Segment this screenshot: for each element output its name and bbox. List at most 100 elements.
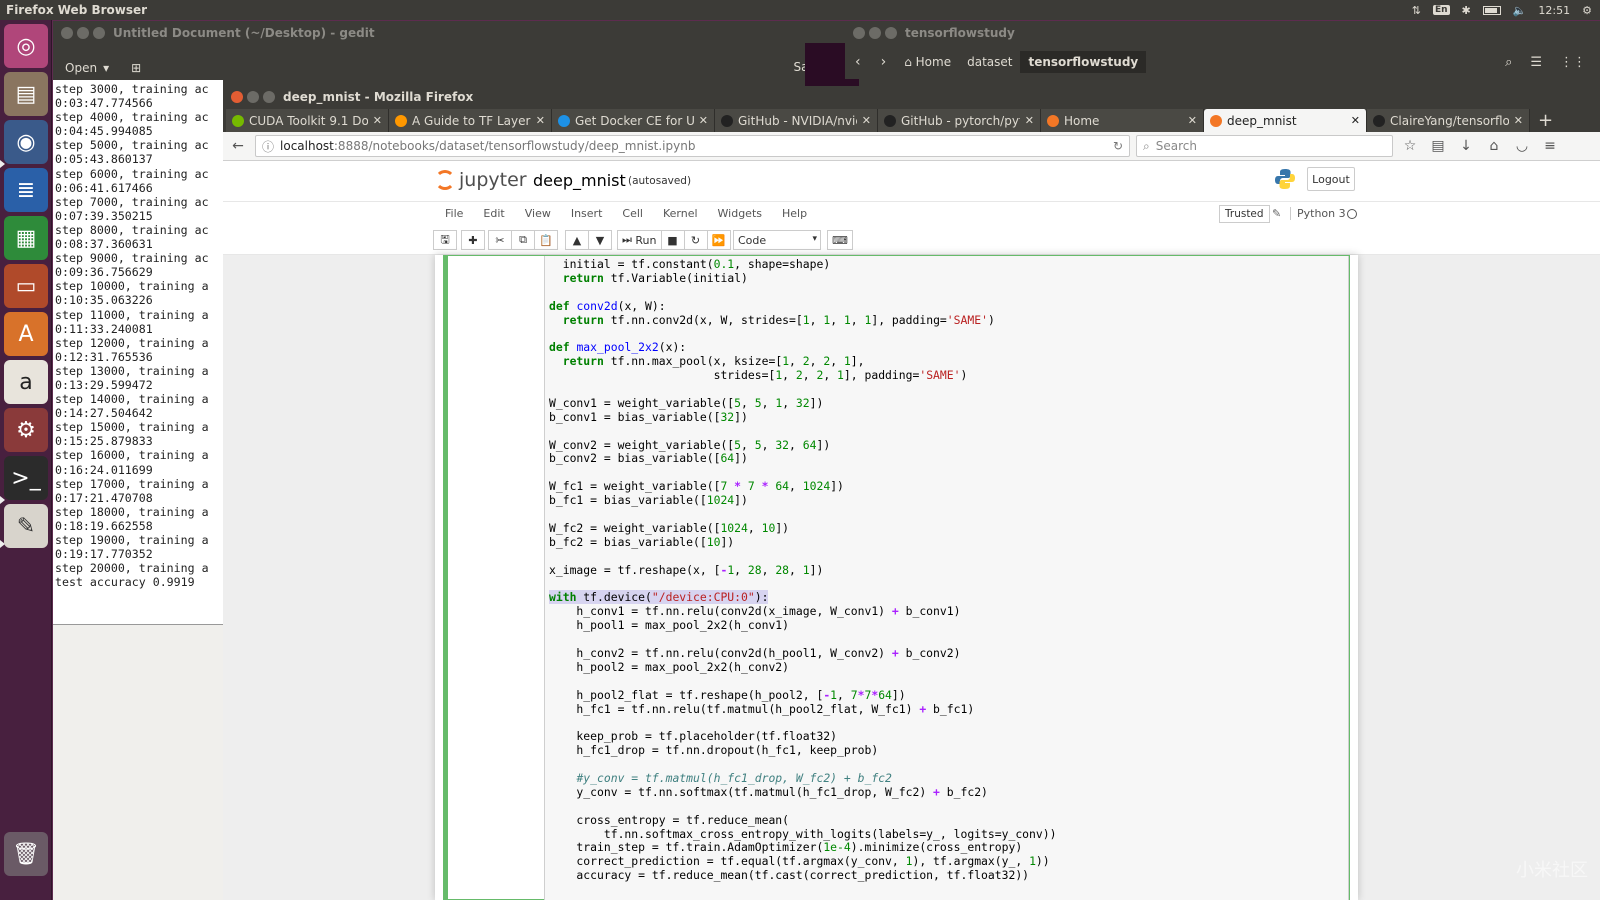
open-button[interactable]: Open ▾ — [65, 61, 109, 75]
tab-home[interactable]: Home ✕ — [1041, 109, 1204, 132]
close-icon[interactable]: ✕ — [1514, 114, 1523, 127]
pencil-icon[interactable]: ✎ — [1272, 207, 1281, 220]
trusted-badge[interactable]: Trusted — [1219, 205, 1270, 223]
ubuntu-dash-icon[interactable]: ◎ — [4, 24, 48, 68]
pocket-icon[interactable]: ◡ — [1511, 138, 1533, 154]
tab-cuda-toolkit-9-1-dov[interactable]: CUDA Toolkit 9.1 Dov ✕ — [226, 109, 389, 132]
close-icon[interactable] — [853, 27, 865, 39]
info-icon[interactable]: ⓘ — [262, 138, 274, 155]
save-icon[interactable]: 🖫 — [433, 230, 457, 250]
paste-icon[interactable]: 📋 — [534, 230, 558, 250]
list-view-icon[interactable]: ☰ — [1530, 55, 1542, 70]
calc-icon[interactable]: ▦ — [4, 216, 48, 260]
tab-claireyang-tensorflo[interactable]: ClaireYang/tensorflo ✕ — [1367, 109, 1530, 132]
menu-edit[interactable]: Edit — [473, 207, 514, 220]
tab-a-guide-to-tf-layers[interactable]: A Guide to TF Layers: ✕ — [389, 109, 552, 132]
restart-icon[interactable]: ↻ — [683, 230, 708, 250]
menu-cell[interactable]: Cell — [612, 207, 653, 220]
move-down-icon[interactable]: ▼ — [588, 230, 612, 250]
menu-kernel[interactable]: Kernel — [653, 207, 708, 220]
network-icon[interactable]: ⇅ — [1412, 4, 1421, 17]
tab-deep-mnist[interactable]: deep_mnist ✕ — [1204, 109, 1367, 132]
close-icon[interactable]: ✕ — [862, 114, 871, 127]
new-tab-button[interactable]: + — [1530, 109, 1561, 132]
minimize-icon[interactable] — [77, 27, 89, 39]
close-icon[interactable] — [231, 90, 243, 103]
run-button[interactable]: ⏭ Run — [617, 230, 662, 250]
system-settings-icon[interactable]: ⚙ — [4, 408, 48, 452]
search-icon[interactable]: ⌕ — [1505, 55, 1512, 70]
crumb-home[interactable]: ⌂ Home — [896, 51, 959, 73]
minimize-icon[interactable] — [869, 27, 881, 39]
file-manager-window: tensorflowstudy ‹ › ⌂ Home dataset tenso… — [845, 21, 1600, 79]
forward-icon[interactable]: › — [871, 54, 897, 70]
crumb-tensorflowstudy[interactable]: tensorflowstudy — [1020, 51, 1147, 73]
logout-button[interactable]: Logout — [1307, 167, 1355, 191]
code-editor[interactable]: initial = tf.constant(0.1, shape=shape) … — [549, 257, 1056, 883]
reload-icon[interactable]: ↻ — [1113, 139, 1123, 153]
keyboard-layout-indicator[interactable]: En — [1432, 5, 1450, 15]
menu-insert[interactable]: Insert — [561, 207, 613, 220]
close-icon[interactable]: ✕ — [1351, 114, 1360, 127]
download-icon[interactable]: ↓ — [1455, 138, 1477, 154]
jupyter-logo[interactable]: jupyter — [435, 169, 527, 191]
clock[interactable]: 12:51 — [1538, 4, 1570, 17]
menu-file[interactable]: File — [435, 207, 473, 220]
back-icon[interactable]: ← — [227, 138, 249, 154]
new-tab-icon[interactable]: ⊞ — [131, 61, 141, 75]
terminal-line: 0:15:25.879833 — [55, 434, 153, 449]
terminal-output[interactable]: step 3000, training ac 0:03:47.774566 step… — [53, 80, 223, 625]
maximize-icon[interactable] — [885, 27, 897, 39]
notebook-name[interactable]: deep_mnist — [533, 171, 626, 190]
gear-icon[interactable]: ⚙ — [1582, 4, 1592, 17]
maximize-icon[interactable] — [263, 90, 275, 103]
url-bar[interactable]: ⓘ localhost:8888/notebooks/dataset/tenso… — [255, 135, 1130, 157]
copy-icon[interactable]: ⧉ — [511, 230, 535, 250]
maximize-icon[interactable] — [93, 27, 105, 39]
menu-help[interactable]: Help — [772, 207, 817, 220]
tab-get-docker-ce-for-ub[interactable]: Get Docker CE for Ub ✕ — [552, 109, 715, 132]
trash-icon[interactable]: 🗑 — [4, 832, 48, 876]
impress-icon[interactable]: ▭ — [4, 264, 48, 308]
menu-view[interactable]: View — [515, 207, 561, 220]
search-bar[interactable]: ⌕ Search — [1136, 135, 1393, 157]
back-icon[interactable]: ‹ — [845, 54, 871, 70]
terminal-icon[interactable]: >_ — [4, 456, 48, 500]
crumb-dataset[interactable]: dataset — [959, 51, 1020, 73]
home-icon[interactable]: ⌂ — [1483, 138, 1505, 154]
hamburger-menu-icon[interactable]: ≡ — [1539, 138, 1561, 154]
code-cell-input[interactable]: initial = tf.constant(0.1, shape=shape) … — [544, 256, 1349, 900]
restart-run-all-icon[interactable]: ⏩ — [706, 230, 731, 250]
close-icon[interactable]: ✕ — [373, 114, 382, 127]
close-icon[interactable]: ✕ — [1025, 114, 1034, 127]
tab-github-pytorch-pyt[interactable]: GitHub - pytorch/pyt ✕ — [878, 109, 1041, 132]
close-icon[interactable]: ✕ — [536, 114, 545, 127]
terminal-line: step 10000, training a — [55, 279, 209, 294]
keyboard-icon[interactable]: ⌨ — [827, 230, 853, 250]
text-editor-icon[interactable]: ✎ — [4, 504, 48, 548]
cell-type-select[interactable]: Code ▾ — [733, 230, 821, 250]
grid-view-icon[interactable]: ⋮⋮ — [1560, 55, 1586, 70]
reading-list-icon[interactable]: ▤ — [1427, 138, 1449, 154]
code-cell[interactable]: initial = tf.constant(0.1, shape=shape) … — [443, 255, 1350, 900]
amazon-icon[interactable]: a — [4, 360, 48, 404]
move-up-icon[interactable]: ▲ — [565, 230, 589, 250]
close-icon[interactable]: ✕ — [699, 114, 708, 127]
volume-icon[interactable]: 🔈 — [1513, 4, 1527, 17]
bookmark-star-icon[interactable]: ☆ — [1399, 138, 1421, 154]
tab-github-nvidia-nvic[interactable]: GitHub - NVIDIA/nvic ✕ — [715, 109, 878, 132]
add-cell-icon[interactable]: ✚ — [461, 230, 485, 250]
software-center-icon[interactable]: A — [4, 312, 48, 356]
close-icon[interactable] — [61, 27, 73, 39]
files-icon[interactable]: ▤ — [4, 72, 48, 116]
close-icon[interactable]: ✕ — [1188, 114, 1197, 127]
bluetooth-icon[interactable]: ✱ — [1462, 4, 1471, 17]
minimize-icon[interactable] — [247, 90, 259, 103]
firefox-icon[interactable]: ◉ — [4, 120, 48, 164]
battery-icon[interactable] — [1482, 5, 1501, 15]
cut-icon[interactable]: ✂ — [488, 230, 512, 250]
menu-widgets[interactable]: Widgets — [708, 207, 772, 220]
writer-icon[interactable]: ≣ — [4, 168, 48, 212]
stop-icon[interactable]: ■ — [660, 230, 685, 250]
